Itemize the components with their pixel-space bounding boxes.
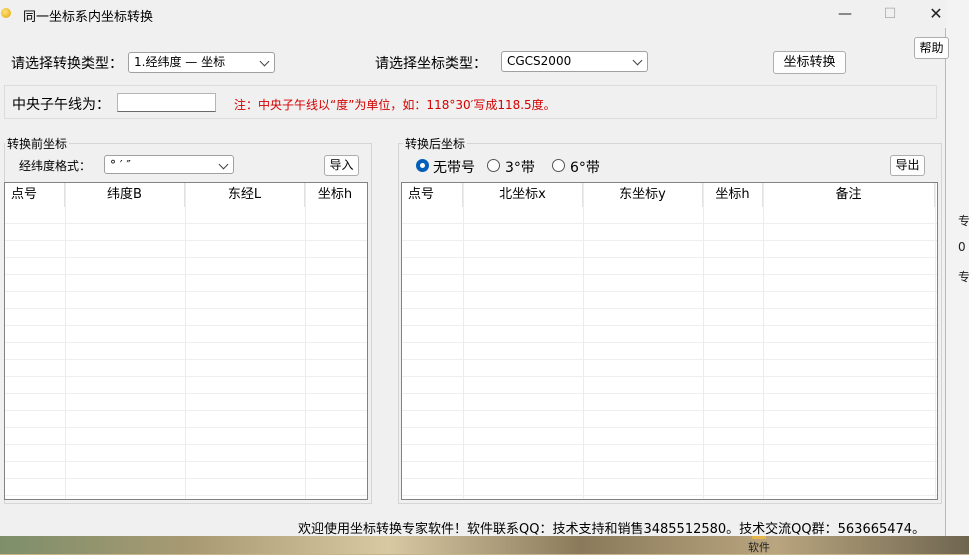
app-icon [1, 8, 11, 18]
convert-button[interactable]: 坐标转换 [773, 51, 846, 74]
column-header[interactable]: 备注 [763, 183, 935, 207]
desktop-folder-label[interactable]: 软件 [748, 539, 770, 555]
help-button[interactable]: 帮助 [914, 37, 949, 59]
radio-6deg-label[interactable]: 6°带 [570, 157, 600, 177]
dropdown-arrow-icon [218, 159, 229, 170]
format-select[interactable]: ° ′ ″ [104, 155, 234, 174]
minimize-button[interactable]: — [835, 4, 855, 24]
window-title: 同一坐标系内坐标转换 [23, 10, 154, 25]
convert-type-value: 1.经纬度 — 坐标 [134, 55, 226, 69]
coord-type-select[interactable]: CGCS2000 [501, 51, 648, 72]
radio-no-zone-label[interactable]: 无带号 [433, 157, 475, 177]
dropdown-arrow-icon [259, 56, 270, 67]
background-text: 专 [958, 270, 969, 284]
column-header[interactable]: 东坐标y [583, 183, 703, 207]
radio-icon[interactable] [487, 159, 500, 172]
table-rows [402, 207, 937, 499]
desktop-wallpaper [0, 536, 969, 554]
coord-type-value: CGCS2000 [507, 54, 572, 68]
before-group-title: 转换前坐标 [5, 135, 70, 152]
after-table[interactable]: 点号 北坐标x 东坐标y 坐标h 备注 [401, 182, 938, 500]
convert-type-select[interactable]: 1.经纬度 — 坐标 [128, 52, 275, 73]
meridian-label: 中央子午线为： [12, 97, 110, 113]
radio-icon[interactable] [416, 159, 429, 172]
dropdown-arrow-icon [632, 55, 643, 66]
radio-icon[interactable] [552, 159, 565, 172]
meridian-input[interactable] [117, 93, 216, 112]
app-window: 同一坐标系内坐标转换 — ☐ ✕ 帮助 请选择转换类型： 1.经纬度 — 坐标 … [0, 0, 949, 537]
column-header[interactable]: 北坐标x [463, 183, 583, 207]
background-text: 0 [958, 240, 966, 254]
column-header[interactable]: 坐标h [305, 183, 365, 207]
before-table[interactable]: 点号 纬度B 东经L 坐标h [4, 182, 368, 500]
radio-3deg-label[interactable]: 3°带 [505, 157, 535, 177]
table-rows [5, 207, 367, 499]
export-button[interactable]: 导出 [890, 155, 925, 176]
footer-message: 欢迎使用坐标转换专家软件！软件联系QQ：技术支持和销售3485512580。技术… [298, 522, 926, 537]
meridian-note: 注：中央子午线以“度”为单位，如：118°30′写成118.5度。 [234, 98, 556, 112]
column-header[interactable]: 东经L [185, 183, 305, 207]
import-button[interactable]: 导入 [324, 155, 359, 176]
after-group-title: 转换后坐标 [403, 135, 468, 152]
table-header: 点号 北坐标x 东坐标y 坐标h 备注 [402, 183, 935, 207]
format-value: ° ′ ″ [110, 158, 131, 172]
column-header[interactable]: 纬度B [65, 183, 185, 207]
table-header: 点号 纬度B 东经L 坐标h [5, 183, 365, 207]
background-text: 专 [958, 214, 969, 228]
title-bar[interactable]: 同一坐标系内坐标转换 — ☐ ✕ [0, 0, 946, 28]
coord-type-label: 请选择坐标类型： [375, 56, 487, 72]
maximize-button[interactable]: ☐ [880, 4, 900, 24]
column-header[interactable]: 坐标h [703, 183, 763, 207]
column-header[interactable]: 点号 [5, 183, 65, 207]
convert-type-label: 请选择转换类型： [11, 56, 123, 72]
format-label: 经纬度格式： [19, 159, 92, 173]
column-header[interactable]: 点号 [402, 183, 463, 207]
close-button[interactable]: ✕ [926, 4, 946, 24]
